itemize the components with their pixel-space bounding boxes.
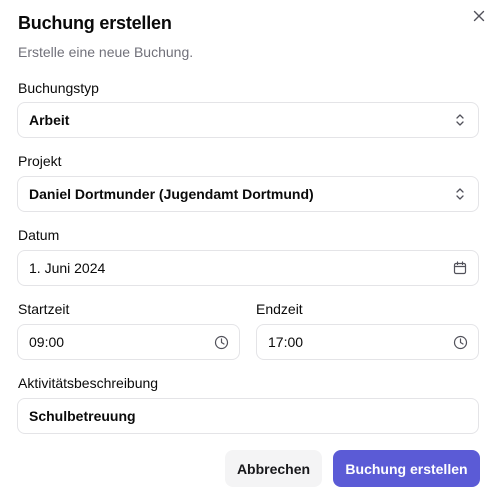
chevrons-up-down-icon: [452, 112, 468, 128]
date-label: Datum: [18, 227, 60, 243]
project-select[interactable]: Daniel Dortmunder (Jugendamt Dortmund): [17, 176, 479, 212]
date-value: 1. Juni 2024: [29, 260, 106, 276]
cancel-button[interactable]: Abbrechen: [225, 450, 322, 487]
dialog-title: Buchung erstellen: [18, 13, 172, 33]
end-time-label: Endzeit: [256, 301, 303, 317]
start-time-input[interactable]: 09:00: [17, 324, 240, 360]
end-time-value: 17:00: [268, 334, 304, 350]
project-label: Projekt: [18, 153, 62, 169]
project-value: Daniel Dortmunder (Jugendamt Dortmund): [29, 186, 314, 202]
date-input[interactable]: 1. Juni 2024: [17, 250, 479, 286]
activity-value: Schulbetreuung: [29, 408, 136, 424]
close-button[interactable]: [470, 7, 488, 25]
activity-label: Aktivitätsbeschreibung: [18, 375, 159, 391]
clock-icon[interactable]: [213, 334, 229, 350]
chevrons-up-down-icon: [452, 186, 468, 202]
end-time-input[interactable]: 17:00: [256, 324, 479, 360]
start-time-value: 09:00: [29, 334, 65, 350]
booking-type-label: Buchungstyp: [18, 80, 99, 96]
booking-type-value: Arbeit: [29, 112, 70, 128]
clock-icon[interactable]: [452, 334, 468, 350]
activity-input[interactable]: Schulbetreuung: [17, 398, 479, 434]
create-booking-dialog: Buchung erstellen Erstelle eine neue Buc…: [0, 0, 495, 497]
calendar-icon[interactable]: [452, 260, 468, 276]
start-time-label: Startzeit: [18, 301, 70, 317]
booking-type-select[interactable]: Arbeit: [17, 102, 479, 138]
dialog-subtitle: Erstelle eine neue Buchung.: [18, 44, 194, 60]
close-icon: [473, 10, 485, 22]
create-booking-button[interactable]: Buchung erstellen: [333, 450, 480, 487]
